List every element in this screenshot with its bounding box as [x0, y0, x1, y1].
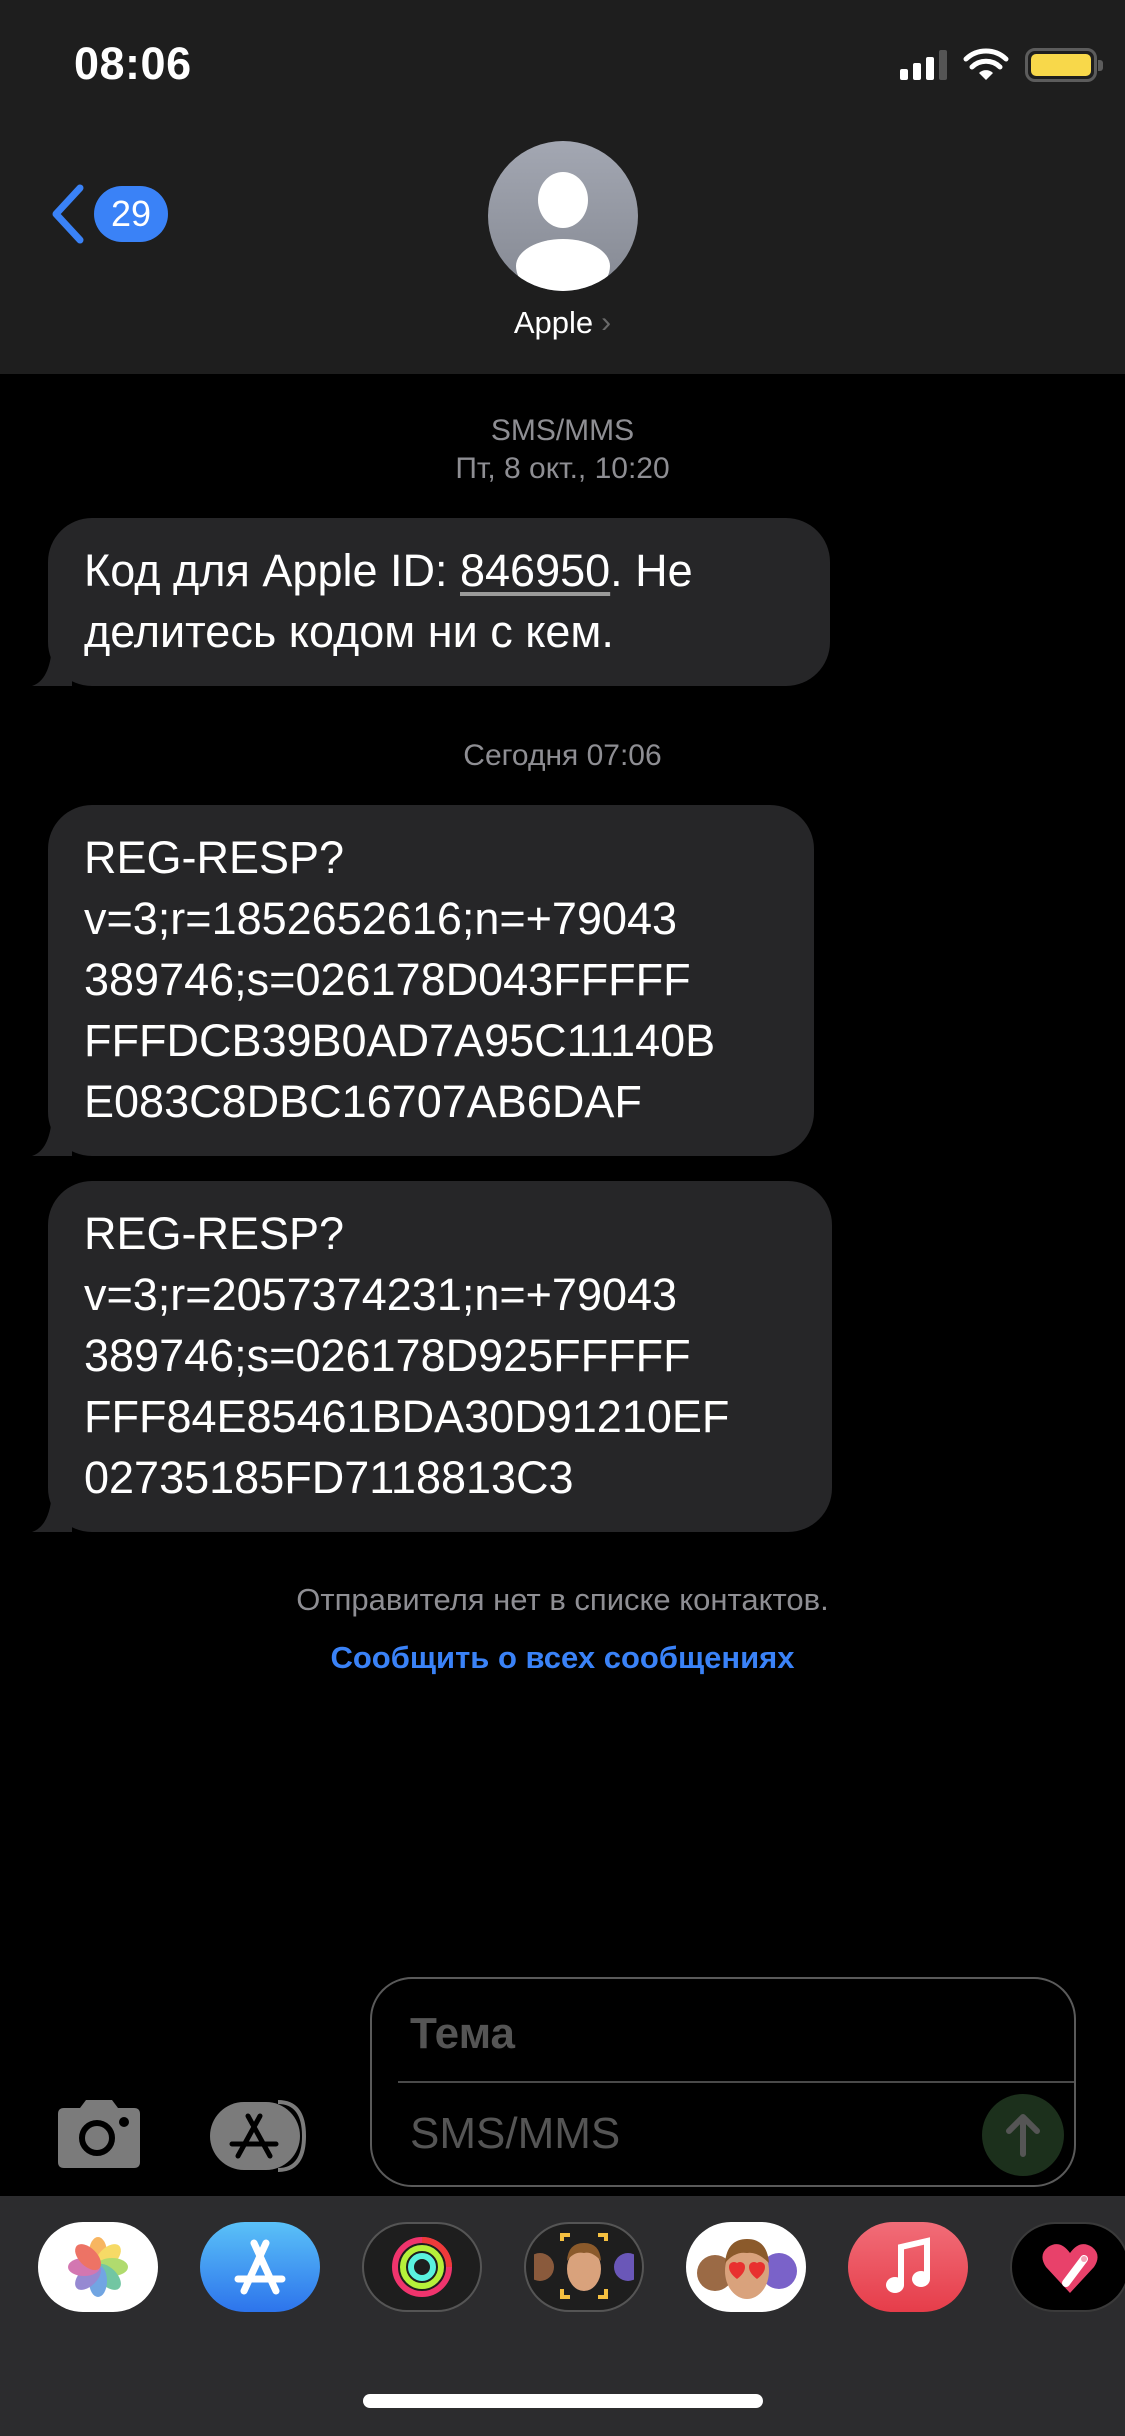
app-store-glyph-icon — [234, 2239, 286, 2295]
app-store-icon[interactable] — [208, 2100, 320, 2172]
message-text: FFFDCB39B0AD7A95C11140B — [84, 1015, 716, 1066]
activity-rings-icon — [392, 2237, 452, 2297]
camera-icon[interactable] — [54, 2098, 144, 2170]
message-bubble[interactable]: Код для Apple ID: 846950. Не делитесь ко… — [32, 518, 830, 686]
message-text: . Не — [610, 545, 693, 596]
service-label: SMS/MMS — [490, 414, 635, 447]
home-indicator[interactable] — [363, 2394, 763, 2408]
message-text: E083C8DBC16707AB6DAF — [84, 1076, 642, 1127]
memoji-stickers-app-icon[interactable] — [686, 2222, 806, 2312]
conversation-header: 08:06 29 Apple › — [0, 0, 1125, 374]
message-input[interactable]: SMS/MMS — [410, 2109, 620, 2159]
chevron-right-icon: › — [601, 306, 612, 339]
avatar — [487, 141, 638, 291]
send-button[interactable] — [982, 2094, 1064, 2176]
report-junk-link[interactable]: Сообщить о всех сообщениях — [0, 1640, 1125, 1676]
unknown-sender-notice: Отправителя нет в списке контактов. — [296, 1582, 829, 1617]
heart-icon — [1042, 2244, 1098, 2293]
message-bubble[interactable]: REG-RESP? v=3;r=2057374231;n=+79043 3897… — [32, 1181, 832, 1532]
person-head-icon — [537, 172, 588, 228]
person-body-icon — [515, 239, 610, 291]
status-time: 08:06 — [74, 38, 192, 89]
subject-input[interactable]: Тема — [410, 2009, 515, 2059]
message-text: REG-RESP? — [84, 832, 345, 883]
activity-app-icon[interactable] — [362, 2222, 482, 2312]
message-text: REG-RESP? — [84, 1208, 345, 1259]
message-text: v=3;r=1852652616;n=+79043 — [84, 893, 678, 944]
compose-box[interactable]: Тема SMS/MMS — [370, 1977, 1076, 2187]
cellular-signal-icon — [900, 50, 947, 80]
status-indicators — [900, 48, 1103, 82]
message-text: 02735185FD7118813C3 — [84, 1452, 574, 1503]
wifi-icon — [963, 48, 1009, 80]
music-app-icon[interactable] — [848, 2222, 968, 2312]
message-text: делитесь кодом ни с кем. — [84, 606, 614, 657]
message-text: 389746;s=026178D043FFFFF — [84, 954, 691, 1005]
app-store-app-icon[interactable] — [200, 2222, 320, 2312]
photos-flower-icon — [68, 2237, 128, 2297]
arrow-up-icon — [1006, 2114, 1040, 2157]
message-text: FFF84E85461BDA30D91210EF — [84, 1391, 730, 1442]
bubble-tail — [32, 646, 72, 686]
photos-app-icon[interactable] — [38, 2222, 158, 2312]
message-bubble[interactable]: REG-RESP? v=3;r=1852652616;n=+79043 3897… — [32, 805, 814, 1156]
memoji-stickers-icon — [697, 2239, 797, 2299]
message-text: Код для Apple ID: — [84, 545, 460, 596]
bubble-tail — [32, 1492, 72, 1532]
message-text: v=3;r=2057374231;n=+79043 — [84, 1269, 678, 1320]
timestamp: Сегодня 07:06 — [463, 739, 662, 772]
contact-name: Apple — [513, 305, 594, 340]
message-text: 389746;s=026178D925FFFFF — [84, 1330, 691, 1381]
divider — [398, 2081, 1074, 2083]
bubble-tail — [32, 1116, 72, 1156]
verification-code-link[interactable]: 846950 — [460, 545, 610, 596]
contact-info-button[interactable]: Apple › — [0, 141, 1125, 341]
digital-touch-app-icon[interactable] — [1010, 2222, 1125, 2312]
timestamp: Пт, 8 окт., 10:20 — [455, 452, 670, 485]
music-note-icon — [886, 2237, 930, 2293]
battery-icon — [1025, 48, 1103, 82]
memoji-face-icon — [534, 2233, 634, 2299]
memoji-app-icon[interactable] — [524, 2222, 644, 2312]
